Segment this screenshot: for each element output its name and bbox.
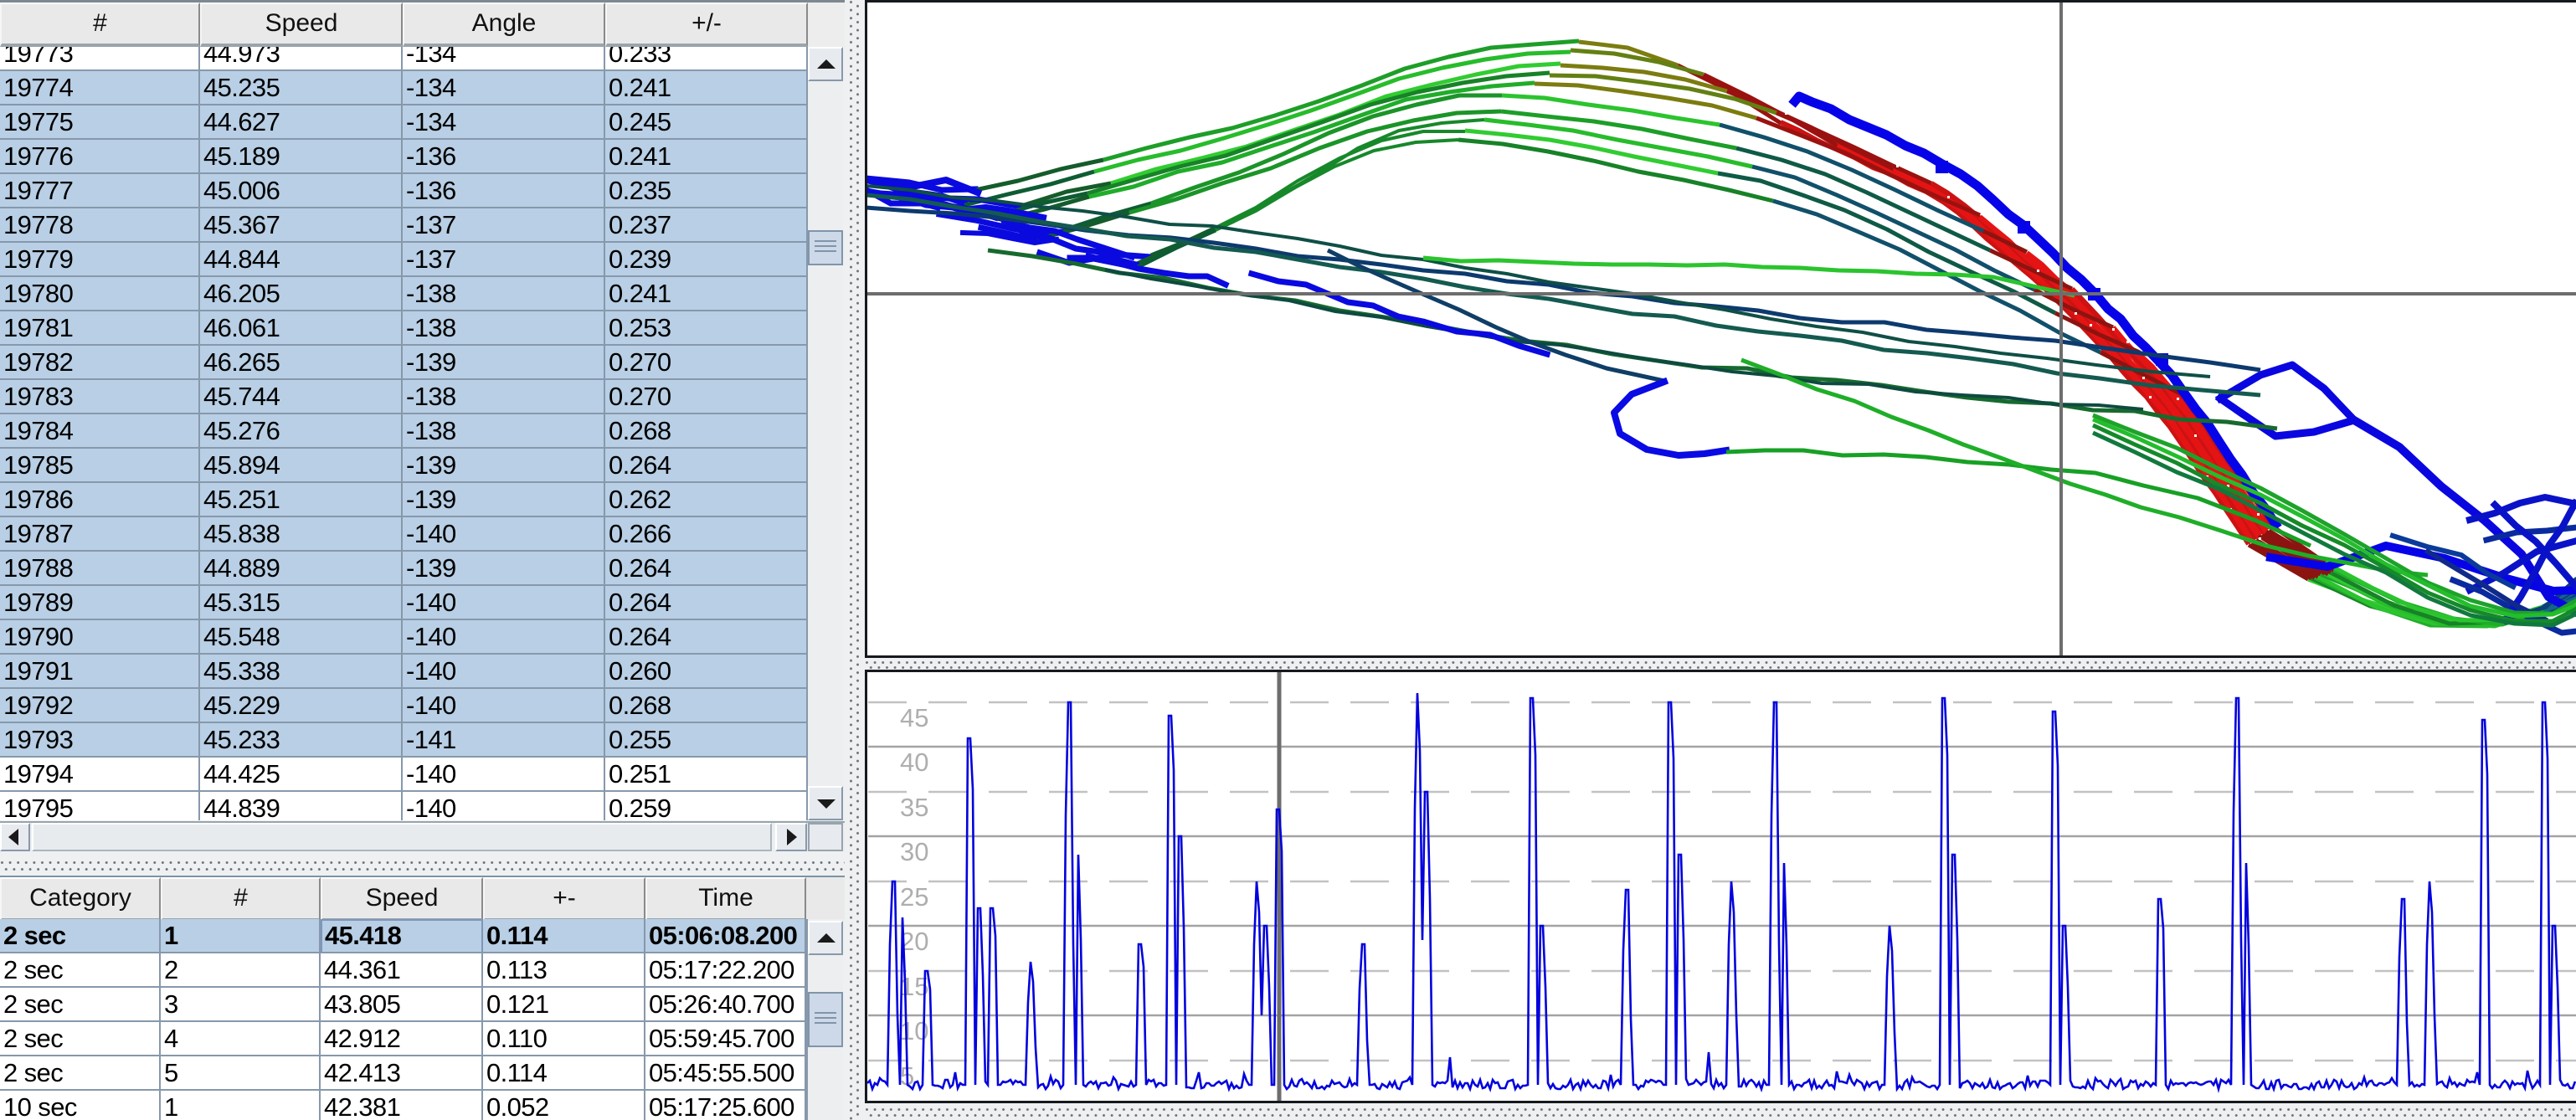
- svg-text:40: 40: [900, 748, 928, 777]
- svg-text:30: 30: [900, 837, 928, 866]
- svg-text:35: 35: [900, 793, 928, 822]
- svg-text:45: 45: [900, 703, 928, 732]
- svg-text:25: 25: [900, 882, 928, 912]
